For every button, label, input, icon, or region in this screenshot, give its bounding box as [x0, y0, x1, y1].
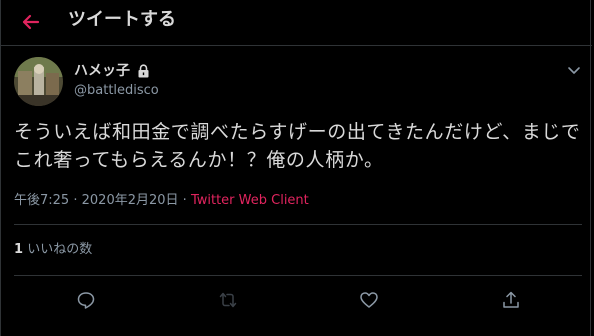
- tweet-time[interactable]: 午後7:25: [14, 193, 69, 208]
- tweet-meta: 午後7:25 · 2020年2月20日 · Twitter Web Client: [14, 192, 309, 210]
- tweet-source-link[interactable]: Twitter Web Client: [191, 193, 309, 208]
- author-handle[interactable]: @battledisco: [74, 82, 159, 100]
- like-label: いいねの数: [27, 242, 93, 257]
- page-title: ツイートする: [68, 9, 176, 30]
- meta-separator: ·: [182, 193, 187, 208]
- lock-icon: [138, 64, 149, 78]
- avatar[interactable]: [14, 57, 63, 106]
- tweet-panel: ツイートする ハメッ子 @battledisco そういえば和田金で調べたらすげ…: [0, 0, 592, 336]
- page-header: ツイートする: [1, 0, 592, 46]
- reply-icon[interactable]: [76, 290, 96, 310]
- divider: [14, 275, 582, 276]
- tweet-text: そういえば和田金で調べたらすげーの出てきたんだけど、まじでこれ奢ってもらえるんか…: [14, 121, 581, 171]
- like-count: 1: [14, 242, 24, 257]
- chevron-down-icon[interactable]: [566, 62, 582, 78]
- share-icon[interactable]: [501, 290, 521, 310]
- retweet-icon[interactable]: [218, 290, 238, 310]
- meta-separator: ·: [73, 193, 78, 208]
- divider: [14, 224, 582, 225]
- author-display-name[interactable]: ハメッ子: [74, 62, 130, 80]
- tweet-date[interactable]: 2020年2月20日: [82, 193, 179, 208]
- arrow-left-icon[interactable]: [18, 9, 44, 35]
- likes-count-link[interactable]: 1 いいねの数: [14, 241, 92, 259]
- like-icon[interactable]: [359, 290, 379, 310]
